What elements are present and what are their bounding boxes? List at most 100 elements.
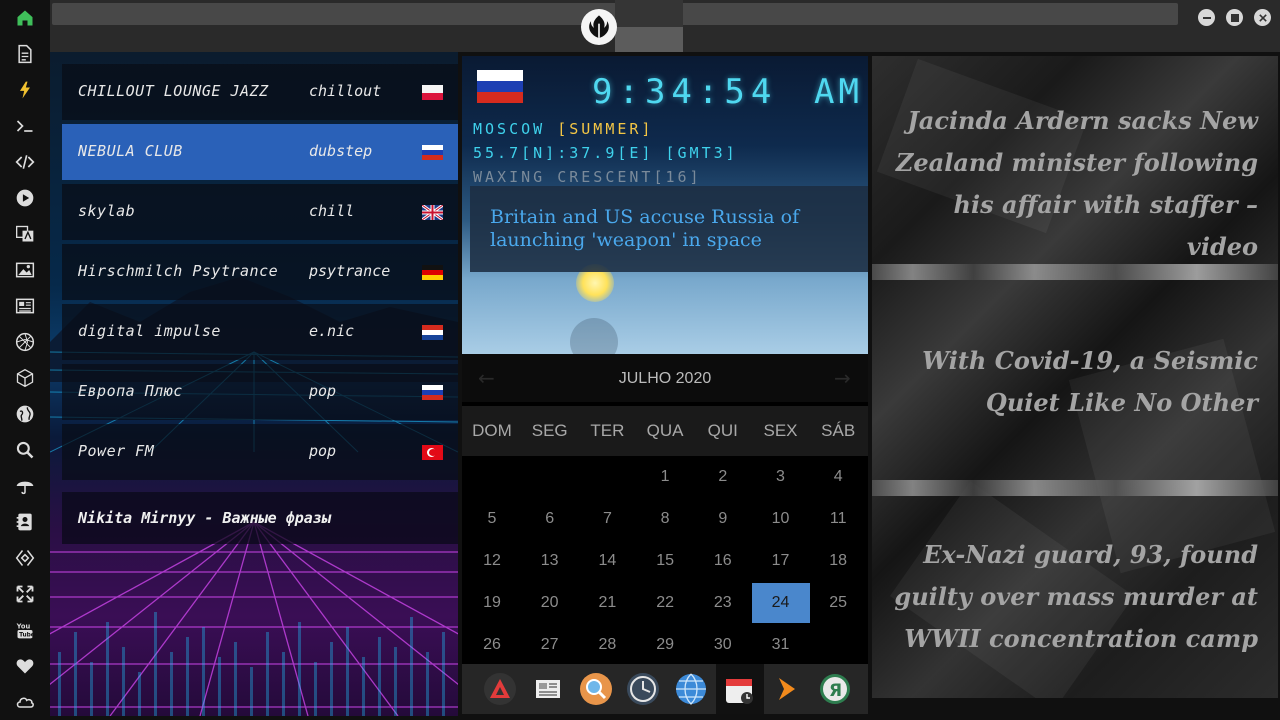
cloud-icon[interactable]: [13, 690, 37, 714]
bracket-diamond-icon[interactable]: [13, 546, 37, 570]
calendar-day[interactable]: 30: [694, 625, 752, 665]
news-icon[interactable]: [13, 294, 37, 318]
logo-tab-bottom: [615, 27, 683, 52]
aperture-icon[interactable]: [13, 330, 37, 354]
globe-icon[interactable]: [674, 672, 708, 706]
croatia-flag-icon: [422, 325, 443, 340]
calendar-icon[interactable]: [722, 672, 756, 706]
station-row[interactable]: CHILLOUT LOUNGE JAZZ chillout: [62, 64, 458, 120]
svg-text:Я: Я: [829, 681, 842, 701]
calendar-day[interactable]: 13: [521, 541, 579, 581]
calendar-day[interactable]: 2: [694, 457, 752, 497]
youtube-icon[interactable]: You Tube: [13, 618, 37, 642]
news-headline[interactable]: Jacinda Ardern sacks New Zealand ministe…: [878, 100, 1258, 268]
station-genre: pop: [309, 382, 337, 400]
calendar-day[interactable]: 11: [809, 499, 867, 539]
radio-panel: CHILLOUT LOUNGE JAZZ chillout NEBULA CLUB d…: [50, 52, 458, 716]
calendar-day[interactable]: 10: [752, 499, 810, 539]
search-icon[interactable]: [579, 672, 613, 706]
calendar-day[interactable]: 15: [636, 541, 694, 581]
rebel-alliance-icon[interactable]: [581, 9, 617, 45]
lightning-icon[interactable]: [13, 78, 37, 102]
calendar-day[interactable]: 1: [636, 457, 694, 497]
news-headline[interactable]: With Covid-19, a Seismic Quiet Like No O…: [878, 340, 1258, 424]
calendar-day[interactable]: 16: [694, 541, 752, 581]
home-icon[interactable]: [13, 6, 37, 30]
germany-flag-icon: [422, 265, 443, 280]
red-triangle-icon[interactable]: [483, 672, 517, 706]
calendar-day[interactable]: 19: [463, 583, 521, 623]
station-name: NEBULA CLUB: [78, 142, 183, 160]
code-icon[interactable]: [13, 150, 37, 174]
weekday-label: QUI: [707, 421, 738, 440]
calendar-day[interactable]: 7: [578, 499, 636, 539]
calendar-day[interactable]: 31: [752, 625, 810, 665]
calendar-day[interactable]: 20: [521, 583, 579, 623]
contact-icon[interactable]: [13, 510, 37, 534]
station-row[interactable]: Hirschmilch Psytrance psytrance: [62, 244, 458, 300]
calendar-day[interactable]: 9: [694, 499, 752, 539]
minimize-button[interactable]: [1198, 9, 1215, 26]
calendar-day[interactable]: 5: [463, 499, 521, 539]
station-genre: psytrance: [309, 262, 391, 280]
play-icon[interactable]: [13, 186, 37, 210]
calendar-day[interactable]: 18: [809, 541, 867, 581]
calendar-day[interactable]: 24: [751, 583, 810, 623]
document-icon[interactable]: [13, 42, 37, 66]
terminal-icon[interactable]: [13, 114, 37, 138]
calendar-day[interactable]: 3: [752, 457, 810, 497]
expand-icon[interactable]: [13, 582, 37, 606]
clock-news-box[interactable]: Britain and US accuse Russia of launchin…: [470, 186, 868, 272]
calendar-day[interactable]: 4: [809, 457, 867, 497]
clock-news-headline[interactable]: Britain and US accuse Russia of launchin…: [490, 206, 860, 252]
clock-ampm: AM: [814, 72, 863, 112]
station-row[interactable]: NEBULA CLUB dubstep: [62, 124, 458, 180]
next-month-icon[interactable]: →: [834, 366, 851, 390]
play-arrow-icon[interactable]: [770, 672, 804, 706]
heart-icon[interactable]: [13, 654, 37, 678]
news-panel: Jacinda Ardern sacks New Zealand ministe…: [872, 56, 1278, 698]
calendar-day[interactable]: 17: [752, 541, 810, 581]
calendar-day[interactable]: 14: [578, 541, 636, 581]
cube-icon[interactable]: [13, 366, 37, 390]
station-name: Hirschmilch Psytrance: [78, 262, 279, 280]
station-row[interactable]: Европа Плюс pop: [62, 364, 458, 420]
station-genre: e.nic: [309, 322, 355, 340]
maximize-button[interactable]: [1226, 9, 1243, 26]
umbrella-icon[interactable]: [13, 474, 37, 498]
calendar-day[interactable]: 12: [463, 541, 521, 581]
station-row[interactable]: digital impulse e.nic: [62, 304, 458, 360]
desktop-app: You Tube CHILLOUT LOUNGE JAZZ chillout N…: [0, 0, 1280, 720]
news-headline[interactable]: Ex-Nazi guard, 93, found guilty over mas…: [878, 534, 1258, 660]
calendar-day[interactable]: 25: [809, 583, 867, 623]
station-genre: pop: [309, 442, 337, 460]
svg-text:Tube: Tube: [19, 633, 35, 639]
russia-flag-icon: [477, 70, 523, 103]
poland-flag-icon: [422, 85, 443, 100]
search-icon[interactable]: [13, 438, 37, 462]
station-row[interactable]: skylab chill: [62, 184, 458, 240]
calendar-day[interactable]: 26: [463, 625, 521, 665]
yandex-icon[interactable]: Я: [818, 672, 852, 706]
clock-coordinates: 55.7[N]:37.9[E] [GMT3]: [473, 144, 738, 162]
calendar-day[interactable]: 22: [636, 583, 694, 623]
clock-icon[interactable]: [626, 672, 660, 706]
translate-icon[interactable]: [13, 222, 37, 246]
svg-text:You: You: [16, 622, 31, 630]
calendar-day[interactable]: 6: [521, 499, 579, 539]
image-icon[interactable]: [13, 258, 37, 282]
close-button[interactable]: [1254, 9, 1271, 26]
calendar-day[interactable]: 27: [521, 625, 579, 665]
newspaper-icon[interactable]: [531, 672, 565, 706]
logo-tab[interactable]: [615, 0, 683, 52]
weekday-label: SEG: [531, 421, 568, 440]
station-genre: dubstep: [309, 142, 373, 160]
calendar-day[interactable]: 28: [578, 625, 636, 665]
calendar-day[interactable]: 29: [636, 625, 694, 665]
station-name: Европа Плюс: [78, 382, 183, 400]
globe-icon[interactable]: [13, 402, 37, 426]
station-row[interactable]: Power FM pop: [62, 424, 458, 480]
calendar-day[interactable]: 21: [578, 583, 636, 623]
calendar-day[interactable]: 8: [636, 499, 694, 539]
calendar-day[interactable]: 23: [694, 583, 752, 623]
